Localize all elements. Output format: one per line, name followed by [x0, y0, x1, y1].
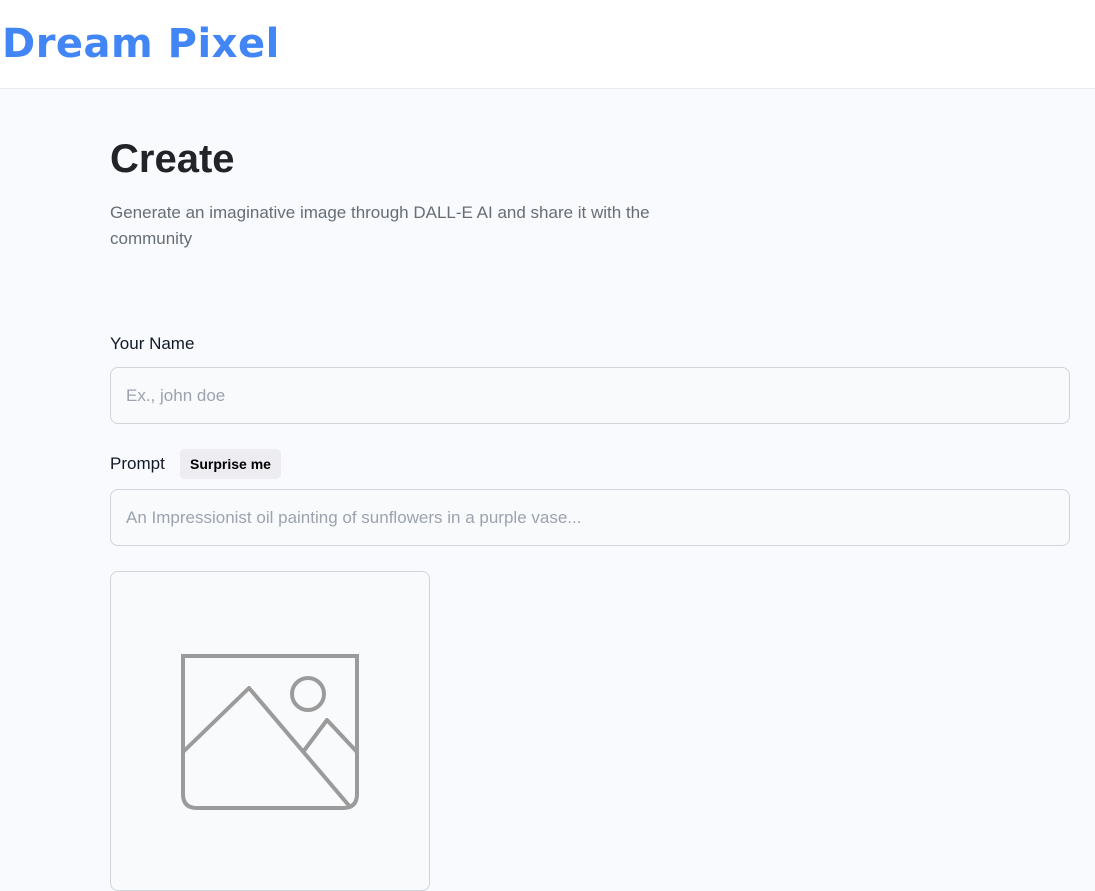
name-label: Your Name — [110, 334, 195, 353]
surprise-me-button[interactable]: Surprise me — [180, 449, 281, 479]
image-preview — [110, 571, 430, 891]
page-title: Create — [110, 137, 235, 181]
app-logo[interactable]: Dream Pixel — [2, 20, 280, 68]
prompt-input[interactable] — [110, 489, 1070, 546]
prompt-label: Prompt — [110, 454, 165, 473]
image-placeholder-icon — [181, 654, 359, 810]
app-header: Dream Pixel — [0, 0, 1095, 89]
name-input[interactable] — [110, 367, 1070, 424]
create-page: Create Generate an imaginative image thr… — [0, 89, 1095, 891]
page-subtitle: Generate an imaginative image through DA… — [110, 203, 650, 248]
